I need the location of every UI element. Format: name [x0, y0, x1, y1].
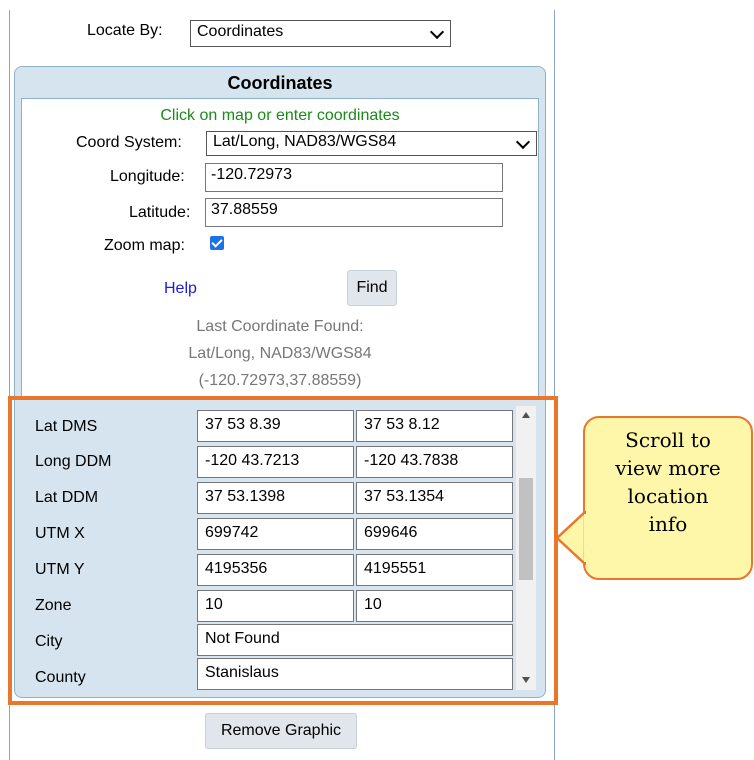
- chevron-down-icon: [515, 134, 531, 149]
- highlight-frame: [8, 396, 558, 705]
- callout-line: Scroll to: [625, 428, 711, 452]
- coord-system-select[interactable]: Lat/Long, NAD83/WGS84: [206, 131, 537, 156]
- callout-pointer: [555, 510, 586, 566]
- last-found-system: Lat/Long, NAD83/WGS84: [188, 345, 372, 362]
- zoom-map-label: Zoom map:: [104, 237, 185, 254]
- callout-line: location: [627, 484, 709, 508]
- longitude-input[interactable]: -120.72973: [205, 163, 503, 192]
- last-found-value: (-120.72973,37.88559): [198, 372, 362, 389]
- locate-by-label: Locate By:: [87, 22, 163, 39]
- coord-system-value: Lat/Long, NAD83/WGS84: [213, 133, 397, 150]
- locate-by-select[interactable]: Coordinates: [190, 20, 451, 47]
- zoom-map-checkbox[interactable]: [210, 236, 224, 250]
- longitude-label: Longitude:: [110, 168, 185, 185]
- latitude-input[interactable]: 37.88559: [205, 198, 503, 227]
- coord-system-label: Coord System:: [76, 134, 182, 151]
- chevron-down-icon: [429, 24, 445, 39]
- latitude-label: Latitude:: [129, 204, 191, 221]
- callout-text: Scroll to view more location info: [585, 426, 751, 538]
- remove-graphic-button[interactable]: Remove Graphic: [205, 713, 357, 749]
- last-found-title: Last Coordinate Found:: [196, 318, 364, 335]
- coordinates-title: Coordinates: [227, 73, 333, 93]
- locate-by-value: Coordinates: [197, 23, 284, 40]
- find-button[interactable]: Find: [347, 270, 397, 306]
- callout-line: info: [648, 512, 688, 536]
- instruction-text: Click on map or enter coordinates: [160, 107, 400, 124]
- help-link[interactable]: Help: [164, 280, 197, 298]
- callout-line: view more: [615, 456, 721, 480]
